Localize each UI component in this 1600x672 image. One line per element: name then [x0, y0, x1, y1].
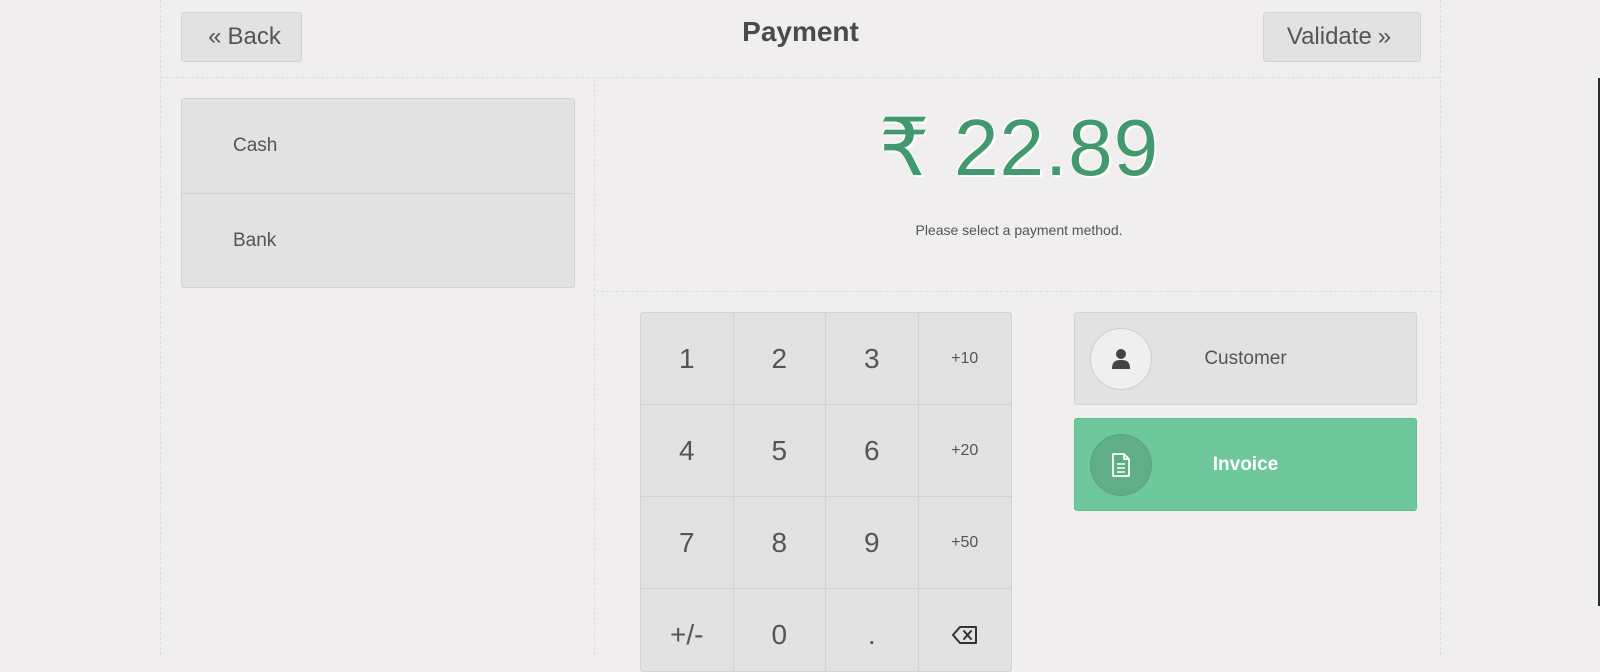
backspace-icon [951, 625, 977, 644]
payment-screen: « Back Payment Validate » Cash Bank ₹ 22… [160, 0, 1600, 672]
total-amount: ₹ 22.89 [878, 103, 1160, 192]
user-icon [1112, 349, 1130, 369]
numpad-key-0[interactable]: 0 [734, 589, 826, 671]
invoice-icon-circle [1090, 434, 1152, 496]
numpad-key-6[interactable]: 6 [826, 405, 919, 497]
numpad-key-sign[interactable]: +/- [641, 589, 734, 671]
validate-label: Validate [1286, 23, 1372, 50]
document-icon [1112, 453, 1130, 477]
numpad-key-4[interactable]: 4 [641, 405, 734, 497]
payment-summary: ₹ 22.89 Please select a payment method. [596, 79, 1442, 292]
validate-button[interactable]: Validate » [1263, 12, 1421, 62]
numpad-key-5[interactable]: 5 [733, 405, 826, 497]
numpad-key-backspace[interactable] [919, 589, 1012, 671]
numpad-key-decimal[interactable]: . [826, 589, 919, 671]
payment-hint: Please select a payment method. [915, 222, 1123, 238]
numpad-key-plus50[interactable]: +50 [918, 497, 1011, 589]
payment-detail-panel: ₹ 22.89 Please select a payment method. … [596, 79, 1442, 672]
numpad-key-1[interactable]: 1 [641, 313, 734, 405]
chevron-double-right-icon: » [1377, 23, 1392, 50]
payment-method-bank[interactable]: Bank [182, 193, 574, 287]
payment-method-label: Cash [233, 135, 278, 156]
payment-method-cash[interactable]: Cash [182, 99, 574, 193]
payment-methods-list: Cash Bank [181, 98, 575, 288]
numpad-key-9[interactable]: 9 [826, 497, 919, 589]
numpad: 1 2 3 +10 4 5 6 +20 7 8 9 +50 +/- 0 . [640, 312, 1012, 672]
customer-label: Customer [1204, 347, 1287, 369]
top-bar: « Back Payment Validate » [161, 0, 1440, 78]
numpad-key-7[interactable]: 7 [641, 497, 734, 589]
customer-button[interactable]: Customer [1074, 312, 1417, 405]
numpad-key-plus20[interactable]: +20 [918, 405, 1011, 497]
numpad-key-3[interactable]: 3 [826, 313, 919, 405]
numpad-key-plus10[interactable]: +10 [918, 313, 1011, 405]
page-title: Payment [742, 16, 859, 47]
numpad-key-8[interactable]: 8 [733, 497, 826, 589]
payment-methods-panel: Cash Bank [161, 79, 595, 655]
invoice-button[interactable]: Invoice [1074, 418, 1417, 511]
customer-icon-circle [1090, 328, 1152, 390]
payment-method-label: Bank [233, 229, 277, 251]
invoice-label: Invoice [1212, 453, 1279, 475]
numpad-key-2[interactable]: 2 [733, 313, 826, 405]
